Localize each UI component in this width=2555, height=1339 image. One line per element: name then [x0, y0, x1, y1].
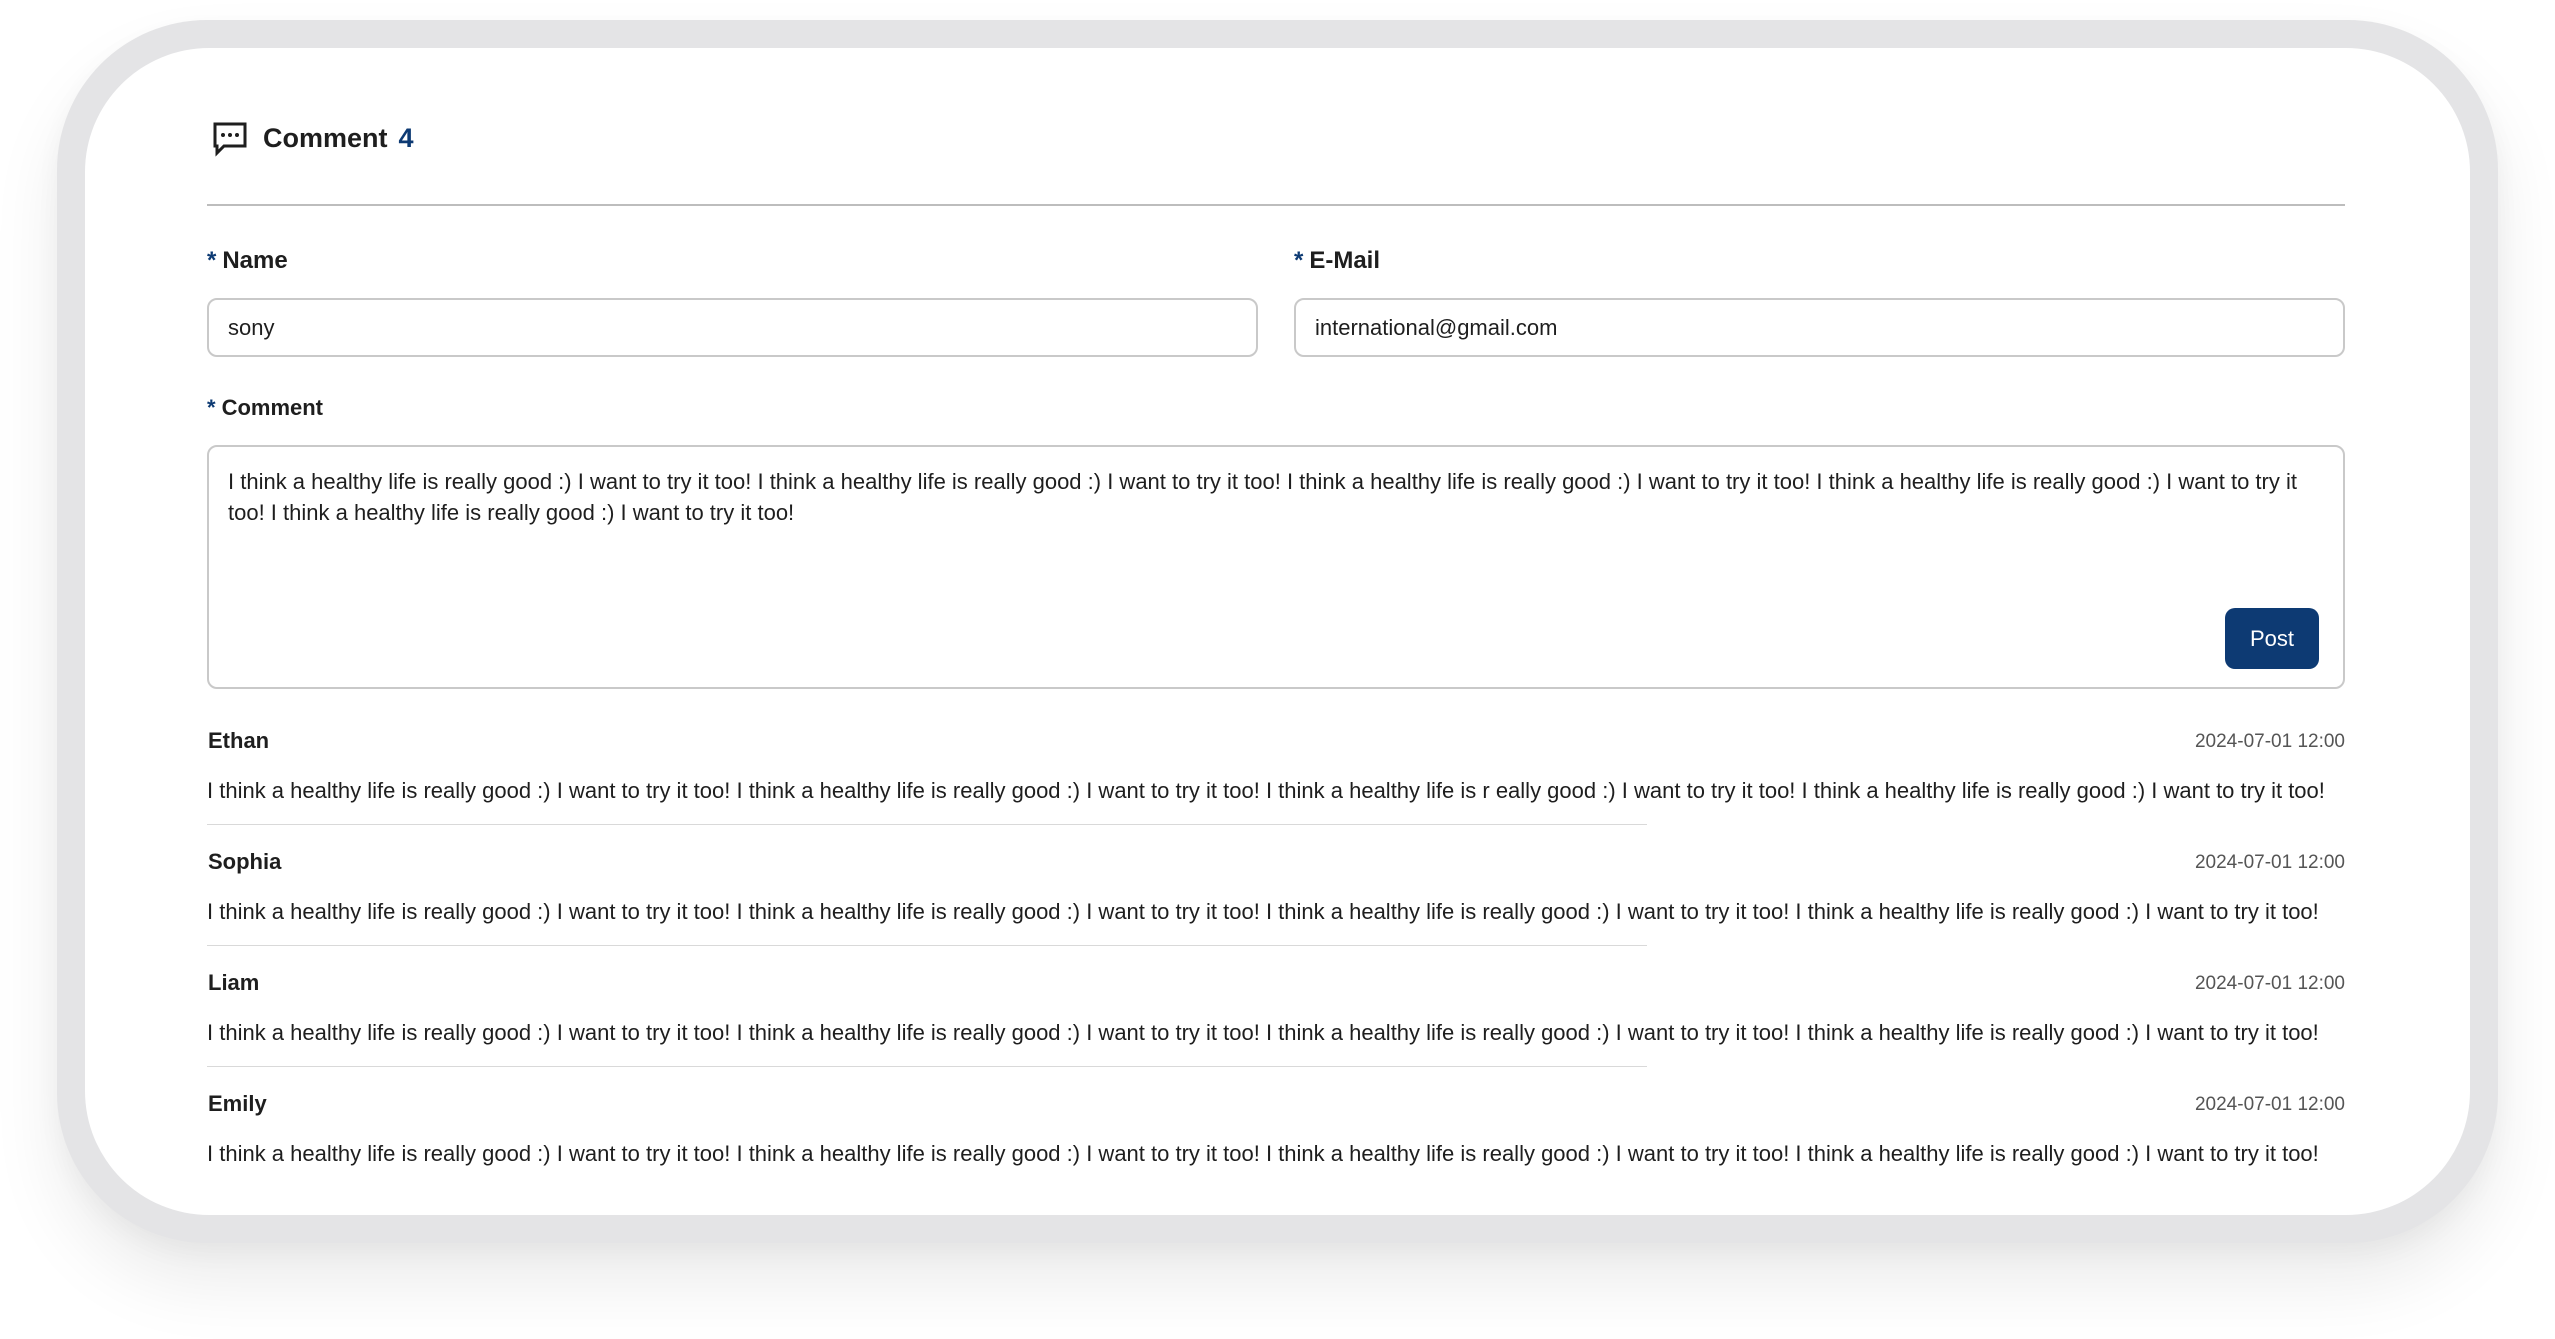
comment-divider	[207, 824, 1647, 825]
comment-divider	[207, 1066, 1647, 1067]
name-label: * Name	[207, 246, 1258, 276]
comment-textarea[interactable]: I think a healthy life is really good :)…	[207, 445, 2345, 689]
required-mark: *	[207, 395, 216, 420]
name-field: * Name sony	[207, 246, 1258, 357]
name-email-row: * Name sony * E-Mail international@gmail.c…	[207, 246, 2345, 357]
comment-date: 2024-07-01 12:00	[2194, 731, 2345, 752]
comment-item: Sophia 2024-07-01 12:00 I think a health…	[207, 848, 2345, 969]
comment-divider	[207, 945, 1647, 946]
comment-item: Ethan 2024-07-01 12:00 I think a healthy…	[207, 727, 2345, 848]
post-button[interactable]: Post	[2225, 608, 2319, 669]
comment-label-text: Comment	[221, 395, 324, 420]
comment-section: Comment 4 * Name sony * E-Mail internation…	[207, 110, 2345, 1211]
comment-text: I think a healthy life is really good :)…	[207, 1141, 2319, 1166]
comment-date: 2024-07-01 12:00	[2194, 852, 2345, 873]
device-frame: Comment 4 * Name sony * E-Mail internation…	[57, 20, 2498, 1243]
comment-header: Comment 4	[207, 110, 2345, 166]
comment-author: Emily	[208, 1091, 267, 1116]
comment-item: Emily 2024-07-01 12:00 I think a healthy…	[207, 1090, 2345, 1211]
comment-text: I think a healthy life is really good :)…	[207, 778, 2325, 803]
required-mark: *	[1294, 247, 1304, 274]
comment-item: Liam 2024-07-01 12:00 I think a healthy …	[207, 969, 2345, 1090]
comment-author: Liam	[208, 970, 260, 995]
header-divider	[207, 204, 2345, 206]
comment-text: I think a healthy life is really good :)…	[207, 1020, 2319, 1045]
comment-title: Comment	[263, 122, 388, 153]
comment-date: 2024-07-01 12:00	[2194, 973, 2345, 994]
email-field: * E-Mail international@gmail.com	[1294, 246, 2345, 357]
email-label: * E-Mail	[1294, 246, 2345, 276]
chat-bubble-icon	[213, 122, 247, 157]
comment-textarea-value: I think a healthy life is really good :)…	[228, 469, 2297, 525]
email-label-text: E-Mail	[1309, 247, 1381, 274]
device-screen: Comment 4 * Name sony * E-Mail internation…	[85, 48, 2470, 1215]
required-mark: *	[207, 247, 217, 274]
comment-count: 4	[398, 122, 414, 153]
name-label-text: Name	[222, 247, 288, 274]
comment-text: I think a healthy life is really good :)…	[207, 899, 2319, 924]
comment-label: * Comment	[207, 393, 2345, 423]
comment-author: Ethan	[208, 728, 270, 753]
comment-author: Sophia	[208, 849, 282, 874]
name-input[interactable]: sony	[207, 298, 1258, 357]
comment-date: 2024-07-01 12:00	[2194, 1094, 2345, 1115]
email-input[interactable]: international@gmail.com	[1294, 298, 2345, 357]
comment-list: Ethan 2024-07-01 12:00 I think a healthy…	[207, 727, 2345, 1211]
